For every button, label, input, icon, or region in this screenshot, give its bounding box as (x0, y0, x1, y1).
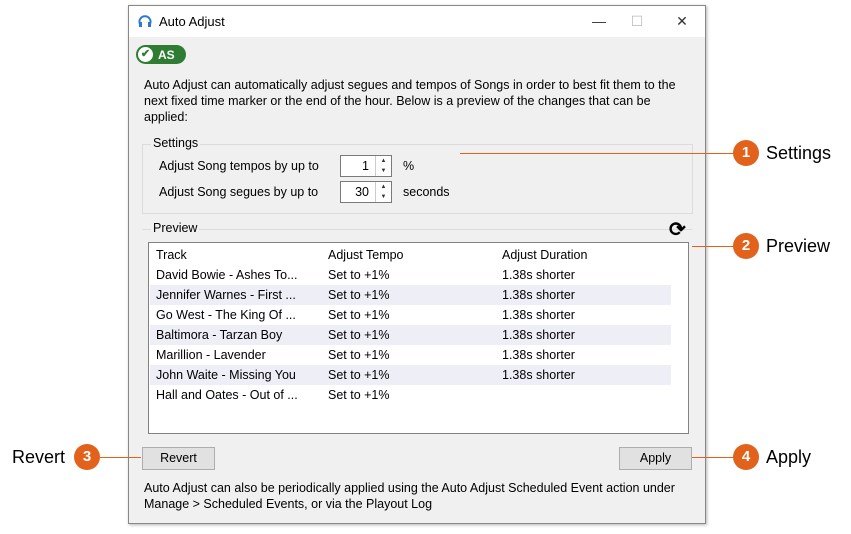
tempo-cell: Set to +1% (328, 268, 390, 282)
column-adjust-duration[interactable]: Adjust Duration (502, 245, 587, 265)
settings-title: Settings (151, 136, 201, 150)
callout-line (692, 246, 734, 247)
status-badge: ✔ AS (136, 45, 186, 64)
callout-3-badge: 3 (74, 444, 100, 470)
tempo-stepper[interactable]: 1 ▲ ▼ (340, 155, 392, 177)
tempo-unit: % (403, 159, 415, 173)
track-cell: David Bowie - Ashes To... (156, 268, 298, 282)
callout-line (692, 457, 734, 458)
refresh-icon[interactable]: ⟳ (669, 220, 686, 240)
track-cell: Jennifer Warnes - First ... (156, 288, 296, 302)
auto-adjust-dialog: Auto Adjust — ☐ ✕ ✔ AS Auto Adjust can a… (128, 5, 706, 524)
segue-stepper[interactable]: 30 ▲ ▼ (340, 181, 392, 203)
callout-4-badge: 4 (733, 444, 759, 470)
close-button[interactable]: ✕ (664, 10, 700, 32)
duration-cell: 1.38s shorter (502, 288, 575, 302)
table-row[interactable]: Go West - The King Of ... Set to +1% 1.38s… (150, 305, 671, 325)
list-header: Track Adjust Tempo Adjust Duration (150, 245, 671, 265)
callout-2-badge: 2 (733, 233, 759, 259)
title-bar: Auto Adjust — ☐ ✕ (129, 6, 705, 37)
table-row[interactable]: Baltimora - Tarzan Boy Set to +1% 1.38s sh… (150, 325, 671, 345)
preview-list[interactable]: Track Adjust Tempo Adjust Duration David… (148, 242, 689, 434)
preview-title: Preview (151, 221, 200, 235)
track-cell: Baltimora - Tarzan Boy (156, 328, 283, 342)
segue-value: 30 (355, 185, 369, 199)
up-arrow-icon[interactable]: ▲ (376, 182, 391, 192)
tempo-cell: Set to +1% (328, 368, 390, 382)
duration-cell: 1.38s shorter (502, 368, 575, 382)
callout-1-badge: 1 (733, 140, 759, 166)
duration-cell: 1.38s shorter (502, 268, 575, 282)
down-arrow-icon[interactable]: ▼ (376, 166, 391, 176)
track-cell: Go West - The King Of ... (156, 308, 296, 322)
segue-unit: seconds (403, 185, 450, 199)
callout-2-label: Preview (766, 236, 831, 256)
duration-cell: 1.38s shorter (502, 308, 575, 322)
callout-3-label: Revert (12, 447, 66, 467)
tempo-value: 1 (362, 159, 369, 173)
tempo-label: Adjust Song tempos by up to (159, 159, 319, 173)
callout-line (460, 153, 734, 154)
table-row[interactable]: David Bowie - Ashes To... Set to +1% 1.38s… (150, 265, 671, 285)
tempo-cell: Set to +1% (328, 328, 390, 342)
minimize-button[interactable]: — (581, 10, 617, 32)
down-arrow-icon[interactable]: ▼ (376, 192, 391, 202)
track-cell: John Waite - Missing You (156, 368, 296, 382)
window-title: Auto Adjust (159, 14, 225, 29)
settings-group: Settings Adjust Song tempos by up to 1 ▲… (142, 136, 693, 214)
tempo-cell: Set to +1% (328, 308, 390, 322)
tempo-cell: Set to +1% (328, 388, 390, 402)
track-cell: Marillion - Lavender (156, 348, 266, 362)
table-row[interactable]: Hall and Oates - Out of ... Set to +1% (150, 385, 671, 405)
maximize-button[interactable]: ☐ (619, 10, 655, 32)
duration-cell: 1.38s shorter (502, 348, 575, 362)
callout-1-label: Settings (766, 143, 832, 163)
headphones-icon (138, 15, 152, 27)
check-circle-icon: ✔ (138, 47, 153, 62)
segue-label: Adjust Song segues by up to (159, 185, 319, 199)
apply-button[interactable]: Apply (619, 447, 692, 470)
tempo-cell: Set to +1% (328, 348, 390, 362)
duration-cell: 1.38s shorter (502, 328, 575, 342)
callout-4-label: Apply (766, 447, 812, 467)
tempo-cell: Set to +1% (328, 288, 390, 302)
revert-button[interactable]: Revert (142, 447, 215, 470)
column-track[interactable]: Track (156, 245, 187, 265)
track-cell: Hall and Oates - Out of ... (156, 388, 298, 402)
column-adjust-tempo[interactable]: Adjust Tempo (328, 245, 404, 265)
footer-text: Auto Adjust can also be periodically app… (144, 481, 675, 511)
table-row[interactable]: Jennifer Warnes - First ... Set to +1% 1.3… (150, 285, 671, 305)
intro-text: Auto Adjust can automatically adjust seg… (144, 78, 676, 124)
table-row[interactable]: John Waite - Missing You Set to +1% 1.38s … (150, 365, 671, 385)
up-arrow-icon[interactable]: ▲ (376, 156, 391, 166)
badge-label: AS (158, 48, 175, 62)
table-row[interactable]: Marillion - Lavender Set to +1% 1.38s shor… (150, 345, 671, 365)
callout-line (100, 457, 141, 458)
